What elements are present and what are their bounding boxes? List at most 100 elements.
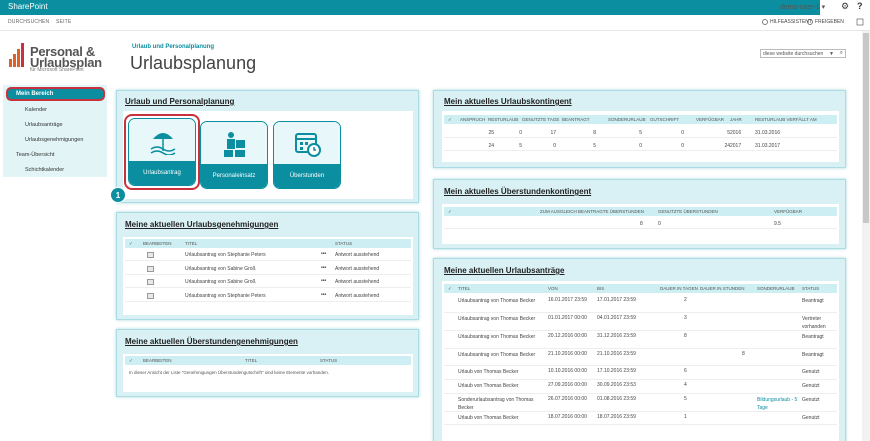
- nav-item-mein-bereich[interactable]: Mein Bereich: [6, 87, 105, 101]
- edit-icon[interactable]: [147, 265, 154, 272]
- col-header[interactable]: BIS: [597, 286, 604, 291]
- table-row[interactable]: 25 0 17 8 5 0 5 2016 31.03.2016: [444, 127, 837, 138]
- cell-title[interactable]: Urlaub von Thomas Becker: [458, 368, 544, 376]
- edit-icon[interactable]: [147, 279, 154, 285]
- table-row[interactable]: 8 0 9.5: [444, 218, 837, 229]
- table-row[interactable]: Urlaubsantrag von Stephanie Peters ••• Ant…: [125, 250, 411, 261]
- table-row[interactable]: Urlaubsantrag von Thomas Becker 16.01.201…: [444, 295, 837, 313]
- tab-seite[interactable]: SEITE: [56, 19, 71, 25]
- col-header[interactable]: SONDERURLAUB: [608, 117, 646, 122]
- table-row[interactable]: Urlaubsantrag von Sabine Groß ••• Antwort …: [125, 277, 411, 288]
- focus-icon[interactable]: [856, 18, 864, 26]
- table-row[interactable]: Urlaub von Thomas Becker 18.07.2016 00:00…: [444, 412, 837, 425]
- col-beantragte-ueberstunden[interactable]: ZUM AUSGLEICH BEANTRAGTE ÜBERSTUNDEN: [540, 209, 644, 214]
- quota-title: Mein aktuelles Urlaubskontingent: [444, 97, 572, 106]
- col-header[interactable]: ANSPRUCH: [460, 117, 485, 122]
- share-button[interactable]: FREIGEBEN: [815, 19, 844, 25]
- help-icon[interactable]: ?: [857, 1, 863, 11]
- edit-icon[interactable]: [147, 292, 154, 299]
- nav-item-schichtkalender[interactable]: Schichtkalender: [25, 167, 64, 173]
- col-check[interactable]: ✓: [129, 358, 133, 364]
- col-header[interactable]: BEANTRAGT: [562, 117, 590, 122]
- cell-title[interactable]: Urlaubsantrag von Thomas Becker: [458, 333, 544, 341]
- col-header[interactable]: GUTSCHRIFT: [650, 117, 679, 122]
- search-icon[interactable]: ⌕: [840, 50, 843, 57]
- breadcrumb[interactable]: Urlaub und Personalplanung: [132, 44, 214, 50]
- search-input[interactable]: diese website durchsuchen ▼ ⌕: [760, 49, 846, 58]
- col-check[interactable]: ✓: [129, 241, 133, 247]
- col-header[interactable]: SONDERURLAUB: [757, 286, 795, 291]
- table-row[interactable]: Urlaubsantrag von Thomas Becker 01.01.201…: [444, 313, 837, 331]
- tab-durchsuchen[interactable]: DURCHSUCHEN: [8, 19, 49, 25]
- col-header[interactable]: DAUER IN STUNDEN: [700, 286, 745, 291]
- tile-ueberstunden[interactable]: Überstunden: [273, 121, 341, 189]
- table-row[interactable]: Urlaubsantrag von Thomas Becker 21.10.201…: [444, 349, 837, 366]
- cell-to: 30.09.2016 23:53: [597, 382, 636, 388]
- col-header[interactable]: STATUS: [802, 286, 819, 291]
- ellipsis-menu-icon[interactable]: •••: [321, 251, 326, 257]
- table-row[interactable]: Urlaub von Thomas Becker 10.10.2016 00:00…: [444, 366, 837, 380]
- tile-urlaubsantrag[interactable]: Urlaubsantrag: [128, 118, 196, 186]
- edit-icon[interactable]: [147, 252, 154, 258]
- col-status[interactable]: STATUS: [320, 358, 337, 363]
- col-header[interactable]: RESTURLAUB VERFÄLLT AM: [755, 117, 817, 122]
- cell-title[interactable]: Urlaubsantrag von Thomas Becker: [458, 297, 544, 305]
- table-row[interactable]: Sonderurlaubsantrag von Thomas Becker 26.…: [444, 394, 837, 412]
- cell-from: 20.12.2016 00:00: [548, 333, 587, 339]
- col-header[interactable]: JAHR: [730, 117, 742, 122]
- cell-title[interactable]: Urlaub von Thomas Becker: [458, 382, 544, 390]
- col-header[interactable]: GENUTZTE TAGE: [522, 117, 559, 122]
- cell: 0: [639, 143, 642, 149]
- app-brand[interactable]: SharePoint: [8, 2, 48, 11]
- suite-bar: SharePoint demo-user-1 ▾ ⚙ ?: [0, 0, 870, 15]
- cell-status: Antwort ausstehend: [335, 252, 380, 258]
- col-header[interactable]: ✓: [448, 286, 452, 292]
- col-titel[interactable]: TITEL: [245, 358, 257, 363]
- cell-status: Beantragt: [802, 334, 824, 340]
- vertical-scrollbar[interactable]: [862, 31, 870, 441]
- ellipsis-menu-icon[interactable]: •••: [321, 265, 326, 271]
- user-menu[interactable]: demo-user-1 ▾: [780, 3, 825, 11]
- nav-item-urlaubsgenehmigungen[interactable]: Urlaubsgenehmigungen: [25, 137, 83, 143]
- col-header[interactable]: VERFÜGBAR: [696, 117, 724, 122]
- cell-title[interactable]: Urlaubsantrag von Stephanie Peters: [185, 293, 266, 299]
- share-icon: [807, 19, 813, 25]
- cell: 9.5: [774, 221, 781, 227]
- cell-title[interactable]: Urlaubsantrag von Thomas Becker: [458, 351, 544, 359]
- help-assistant-button[interactable]: HILFEASSISTENT: [770, 19, 812, 25]
- cell-status: Genutzt: [802, 383, 820, 389]
- cell-special[interactable]: Bildungsurlaub - 5 Tage: [757, 396, 799, 412]
- col-header[interactable]: ✓: [448, 117, 452, 123]
- cell-days: 6: [684, 368, 687, 374]
- ellipsis-menu-icon[interactable]: •••: [321, 278, 326, 284]
- ellipsis-menu-icon[interactable]: •••: [321, 292, 326, 298]
- logo-icon: [9, 43, 31, 67]
- col-header[interactable]: TITEL: [458, 286, 470, 291]
- cell-title[interactable]: Sonderurlaubsantrag von Thomas Becker: [458, 396, 544, 412]
- col-genutzte-ueberstunden[interactable]: GENUTZTE ÜBERSTUNDEN: [658, 209, 718, 214]
- nav-item-urlaubsantraege[interactable]: Urlaubsanträge: [25, 122, 63, 128]
- col-status[interactable]: STATUS: [335, 241, 352, 246]
- tile-personaleinsatz[interactable]: Personaleinsatz: [200, 121, 268, 189]
- chevron-down-icon[interactable]: ▼: [829, 51, 834, 57]
- nav-item-team-uebersicht[interactable]: Team-Übersicht: [16, 152, 55, 158]
- table-row[interactable]: Urlaub von Thomas Becker 27.09.2016 00:00…: [444, 380, 837, 394]
- col-check[interactable]: ✓: [448, 209, 452, 215]
- nav-item-kalender[interactable]: Kalender: [25, 107, 47, 113]
- cell-title[interactable]: Urlaubsantrag von Stephanie Peters: [185, 252, 266, 258]
- col-header[interactable]: VON: [548, 286, 558, 291]
- cell-title[interactable]: Urlaubsantrag von Sabine Groß: [185, 279, 256, 285]
- cell-title[interactable]: Urlaubsantrag von Sabine Groß: [185, 266, 256, 272]
- scrollbar-thumb[interactable]: [863, 33, 869, 223]
- table-row[interactable]: 24 5 0 5 0 0 24 2017 31.03.2017: [444, 140, 837, 151]
- col-header[interactable]: DAUER IN TAGEN: [660, 286, 698, 291]
- col-header[interactable]: RESTURLAUB: [488, 117, 518, 122]
- table-row[interactable]: Urlaubsantrag von Stephanie Peters ••• Ant…: [125, 291, 411, 302]
- table-row[interactable]: Urlaubsantrag von Sabine Groß ••• Antwort …: [125, 264, 411, 275]
- cell-title[interactable]: Urlaub von Thomas Becker: [458, 414, 544, 422]
- col-verfuegbar[interactable]: VERFÜGBAR: [774, 209, 802, 214]
- gear-icon[interactable]: ⚙: [841, 1, 849, 12]
- col-titel[interactable]: TITEL: [185, 241, 197, 246]
- cell-title[interactable]: Urlaubsantrag von Thomas Becker: [458, 315, 544, 323]
- table-row[interactable]: Urlaubsantrag von Thomas Becker 20.12.201…: [444, 331, 837, 349]
